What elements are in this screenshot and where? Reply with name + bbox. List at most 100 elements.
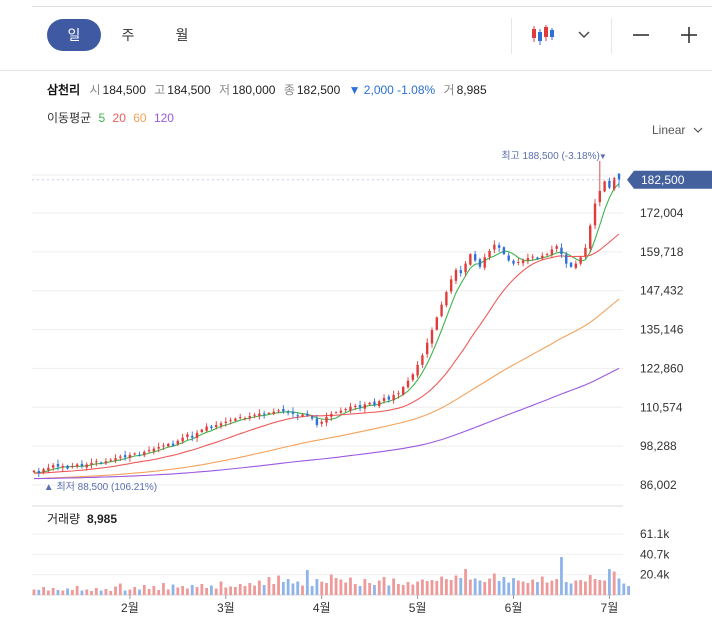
volume-bar[interactable] <box>574 580 578 595</box>
candle-body[interactable] <box>608 180 611 188</box>
candle-body[interactable] <box>497 245 501 248</box>
candle-body[interactable] <box>215 424 218 427</box>
candle-body[interactable] <box>445 292 448 306</box>
candle-body[interactable] <box>104 461 108 464</box>
volume-bar[interactable] <box>94 588 98 595</box>
candle-body[interactable] <box>277 410 280 412</box>
volume-bar[interactable] <box>473 578 477 595</box>
candle-body[interactable] <box>502 247 506 255</box>
candle-body[interactable] <box>176 440 180 445</box>
volume-bar[interactable] <box>186 588 189 595</box>
volume-bar[interactable] <box>138 589 141 595</box>
volume-bar[interactable] <box>152 586 156 595</box>
candle-body[interactable] <box>75 464 79 467</box>
volume-bar[interactable] <box>344 582 348 595</box>
volume-bar[interactable] <box>536 582 539 595</box>
volume-bar[interactable] <box>478 580 482 595</box>
candle-body[interactable] <box>473 254 477 261</box>
volume-bar[interactable] <box>353 584 357 595</box>
volume-bar[interactable] <box>397 584 400 595</box>
volume-bar[interactable] <box>238 584 242 595</box>
volume-bar[interactable] <box>497 581 501 595</box>
candle-body[interactable] <box>37 471 40 473</box>
candle-body[interactable] <box>569 262 573 267</box>
candle-body[interactable] <box>584 247 587 257</box>
volume-bar[interactable] <box>531 579 535 595</box>
candle-body[interactable] <box>42 469 45 473</box>
candle-body[interactable] <box>526 257 530 261</box>
candle-body[interactable] <box>128 454 132 458</box>
candle-body[interactable] <box>589 225 592 249</box>
volume-bar[interactable] <box>176 587 180 595</box>
volume-bar[interactable] <box>406 582 410 595</box>
candle-body[interactable] <box>555 246 558 249</box>
candle-body[interactable] <box>531 256 534 258</box>
candle-body[interactable] <box>521 260 525 264</box>
candle-body[interactable] <box>378 401 381 407</box>
candle-body[interactable] <box>373 401 376 406</box>
candle-body[interactable] <box>32 470 36 473</box>
candle-body[interactable] <box>210 426 213 429</box>
volume-bar[interactable] <box>166 589 170 595</box>
candle-body[interactable] <box>330 413 333 417</box>
volume-bar[interactable] <box>464 569 467 595</box>
volume-bar[interactable] <box>392 578 396 595</box>
volume-bar[interactable] <box>373 585 376 595</box>
volume-bar[interactable] <box>267 577 271 595</box>
candle-body[interactable] <box>262 413 266 415</box>
volume-bar[interactable] <box>56 590 60 595</box>
volume-bar[interactable] <box>411 584 415 595</box>
candle-body[interactable] <box>152 448 156 452</box>
volume-bar[interactable] <box>488 578 491 595</box>
volume-bar[interactable] <box>75 586 79 595</box>
candle-body[interactable] <box>406 380 410 388</box>
candle-body[interactable] <box>90 462 93 465</box>
volume-bar[interactable] <box>368 583 372 595</box>
candle-body[interactable] <box>363 404 367 409</box>
candle-body[interactable] <box>162 445 165 447</box>
volume-bar[interactable] <box>61 590 65 595</box>
candle-body[interactable] <box>464 263 467 273</box>
volume-bar[interactable] <box>329 574 333 595</box>
volume-bar[interactable] <box>133 587 137 595</box>
volume-bar[interactable] <box>51 588 55 595</box>
volume-bar[interactable] <box>444 579 448 595</box>
volume-bar[interactable] <box>483 582 487 595</box>
volume-bar[interactable] <box>253 585 256 595</box>
volume-bar[interactable] <box>85 589 89 595</box>
volume-bar[interactable] <box>46 590 50 595</box>
volume-bar[interactable] <box>540 576 544 595</box>
candle-body[interactable] <box>95 461 98 463</box>
volume-bar[interactable] <box>579 580 583 595</box>
volume-bar[interactable] <box>325 583 328 595</box>
volume-bar[interactable] <box>358 586 362 595</box>
volume-bar[interactable] <box>262 585 266 595</box>
candle-body[interactable] <box>349 406 352 411</box>
volume-bar[interactable] <box>334 578 338 595</box>
volume-bar[interactable] <box>181 586 185 595</box>
candle-body[interactable] <box>282 408 285 412</box>
candle-body[interactable] <box>200 429 204 432</box>
candle-body[interactable] <box>368 402 371 405</box>
candle-body[interactable] <box>507 255 510 261</box>
volume-bar[interactable] <box>99 590 103 595</box>
volume-bar[interactable] <box>310 586 314 595</box>
volume-bar[interactable] <box>555 579 559 595</box>
volume-bar[interactable] <box>608 569 611 595</box>
volume-bar[interactable] <box>123 590 127 595</box>
volume-bar[interactable] <box>363 579 367 595</box>
volume-bar[interactable] <box>320 581 324 595</box>
candle-body[interactable] <box>416 364 419 376</box>
volume-bar[interactable] <box>104 589 108 595</box>
candle-body[interactable] <box>315 418 319 425</box>
volume-bar[interactable] <box>195 587 199 595</box>
volume-bar[interactable] <box>516 580 520 595</box>
candle-body[interactable] <box>47 467 50 471</box>
candle-body[interactable] <box>325 417 328 423</box>
candle-body[interactable] <box>354 405 357 407</box>
volume-bar[interactable] <box>612 571 616 595</box>
volume-bar[interactable] <box>502 577 506 595</box>
candle-body[interactable] <box>109 459 112 461</box>
candle-body[interactable] <box>344 409 347 411</box>
candle-body[interactable] <box>560 247 563 255</box>
